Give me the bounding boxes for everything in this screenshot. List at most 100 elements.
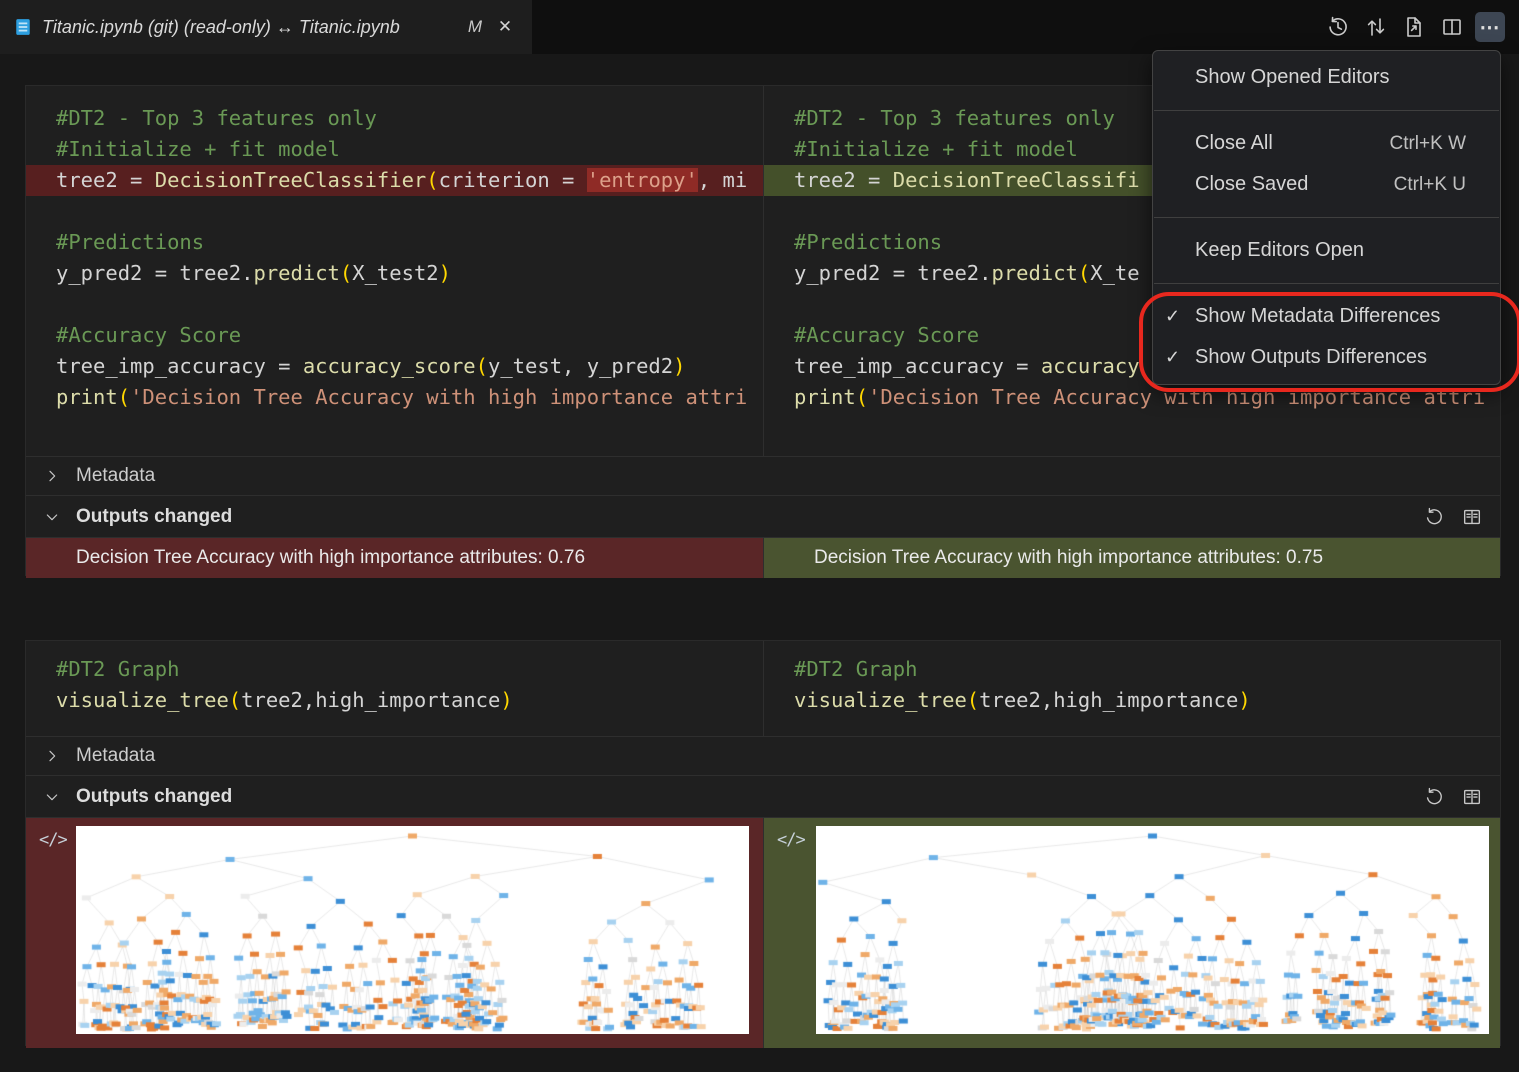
tab-title: Titanic.ipynb (git) (read-only) ↔ Titani… (42, 17, 400, 38)
code-bracket-icon[interactable]: </> (777, 830, 805, 850)
open-file-button[interactable] (1399, 12, 1429, 42)
metadata-label: Metadata (76, 745, 155, 767)
menu-item-label: Close All (1195, 132, 1273, 155)
code-line: y_pred2 = tree2.predict(X_test2) (26, 258, 763, 289)
menu-item-show-opened-editors[interactable]: Show Opened Editors (1153, 57, 1500, 98)
editor-actions-menu: Show Opened EditorsClose AllCtrl+K WClos… (1152, 50, 1501, 385)
code-token: tree_imp_accuracy = (794, 354, 1041, 378)
chevron-down-icon[interactable] (42, 507, 62, 527)
diff-editor-icon (1461, 506, 1483, 528)
chevron-down-icon[interactable] (42, 787, 62, 807)
diff-editor-tab[interactable]: Titanic.ipynb (git) (read-only) ↔ Titani… (0, 0, 532, 54)
code-token: y_pred2 = tree2. (794, 261, 991, 285)
code-token: X_test2 (352, 261, 438, 285)
discard-icon (1423, 786, 1445, 808)
code-line (26, 196, 763, 227)
code-token: y_pred2 = tree2. (56, 261, 253, 285)
code-token: accuracy_score (303, 354, 476, 378)
code-token: #DT2 Graph (794, 657, 917, 681)
split-editor-button[interactable] (1437, 12, 1467, 42)
revert-outputs-button[interactable] (1422, 785, 1446, 809)
menu-item-keep-editors-open[interactable]: Keep Editors Open (1153, 230, 1500, 271)
code-line: #Predictions (26, 227, 763, 258)
code-token: predict (991, 261, 1077, 285)
check-icon: ✓ (1165, 306, 1195, 327)
close-icon[interactable]: ✕ (492, 14, 518, 40)
chevron-right-icon[interactable] (42, 746, 62, 766)
code-token: ) (1238, 688, 1250, 712)
code-line: tree_imp_accuracy = accuracy_score(y_tes… (26, 351, 763, 382)
menu-separator (1154, 217, 1499, 218)
code-token: tree2,high_importance (241, 688, 500, 712)
code-token: #Initialize + fit model (794, 137, 1078, 161)
code-token: print (794, 385, 856, 409)
code-token: tree2 = (794, 168, 893, 192)
output-original: Decision Tree Accuracy with high importa… (26, 538, 763, 578)
check-icon: ✓ (1165, 347, 1195, 368)
split-editor-icon (1440, 15, 1464, 39)
code-token: ) (500, 688, 512, 712)
code-token: #Initialize + fit model (56, 137, 340, 161)
code-line (26, 289, 763, 320)
menu-item-close-all[interactable]: Close All Ctrl+K W (1153, 123, 1500, 164)
revert-outputs-button[interactable] (1422, 505, 1446, 529)
metadata-section-header[interactable]: Metadata (26, 736, 1500, 775)
notebook-cell-diff: #DT2 Graphvisualize_tree(tree2,high_impo… (25, 640, 1501, 1046)
decision-tree-output-image-modified (816, 826, 1489, 1034)
notebook-icon (14, 18, 32, 36)
code-pane-original[interactable]: #DT2 - Top 3 features only#Initialize + … (26, 86, 763, 456)
code-pane-modified[interactable]: #DT2 Graph visualize_tree(tree2,high_impo… (763, 641, 1500, 736)
code-line: #Accuracy Score (26, 320, 763, 351)
history-button[interactable] (1323, 12, 1353, 42)
more-actions-button[interactable]: ⋯ (1475, 12, 1505, 42)
code-line: tree2 = DecisionTreeClassifier(criterion… (26, 165, 763, 196)
discard-icon (1423, 506, 1445, 528)
compare-changes-button[interactable] (1361, 12, 1391, 42)
menu-item-show-metadata-differences[interactable]: ✓Show Metadata Differences (1153, 296, 1500, 337)
open-outputs-diff-button[interactable] (1460, 505, 1484, 529)
code-bracket-icon[interactable]: </> (39, 830, 67, 850)
output-diff-region: Decision Tree Accuracy with high importa… (26, 537, 1500, 578)
code-line: print('Decision Tree Accuracy with high … (764, 382, 1500, 413)
outputs-row-actions (1422, 776, 1484, 817)
code-token: ) (673, 354, 685, 378)
code-token: criterion = (439, 168, 587, 192)
code-token: #Predictions (56, 230, 204, 254)
code-token: #DT2 Graph (56, 657, 179, 681)
history-icon (1326, 15, 1350, 39)
code-diff-region: #DT2 Graphvisualize_tree(tree2,high_impo… (26, 641, 1500, 736)
code-token: DecisionTreeClassifi (893, 168, 1140, 192)
code-token: #Predictions (794, 230, 942, 254)
editor-toolbar: ⋯ (1323, 12, 1519, 42)
code-token: ( (340, 261, 352, 285)
code-token: , mi (698, 168, 747, 192)
code-token: ( (967, 688, 979, 712)
swap-arrows-icon (1364, 15, 1388, 39)
menu-item-close-saved[interactable]: Close Saved Ctrl+K U (1153, 164, 1500, 205)
menu-item-label: Show Metadata Differences (1195, 305, 1440, 328)
chevron-right-icon[interactable] (42, 466, 62, 486)
code-line: #Initialize + fit model (26, 134, 763, 165)
code-pane-original[interactable]: #DT2 Graphvisualize_tree(tree2,high_impo… (26, 641, 763, 736)
code-token: tree_imp_accuracy = (56, 354, 303, 378)
open-outputs-diff-button[interactable] (1460, 785, 1484, 809)
editor-tab-bar: Titanic.ipynb (git) (read-only) ↔ Titani… (0, 0, 1519, 54)
outputs-section-header[interactable]: Outputs changed (26, 495, 1500, 537)
code-token: 'entropy' (587, 168, 698, 192)
menu-item-show-outputs-differences[interactable]: ✓Show Outputs Differences (1153, 337, 1500, 378)
code-token: X_te (1090, 261, 1139, 285)
metadata-section-header[interactable]: Metadata (26, 456, 1500, 495)
code-token: predict (253, 261, 339, 285)
code-line: print('Decision Tree Accuracy with high … (26, 382, 763, 413)
code-token: visualize_tree (794, 688, 967, 712)
code-token: #Accuracy Score (56, 323, 241, 347)
menu-item-label: Close Saved (1195, 173, 1308, 196)
code-token: y_test, y_pred2 (488, 354, 673, 378)
code-token: ( (229, 688, 241, 712)
outputs-section-header[interactable]: Outputs changed (26, 775, 1500, 817)
menu-item-keybinding: Ctrl+K W (1389, 133, 1466, 155)
menu-item-keybinding: Ctrl+K U (1394, 174, 1466, 196)
code-line: visualize_tree(tree2,high_importance) (764, 685, 1500, 716)
modified-badge: M (468, 17, 482, 37)
menu-separator (1154, 110, 1499, 111)
